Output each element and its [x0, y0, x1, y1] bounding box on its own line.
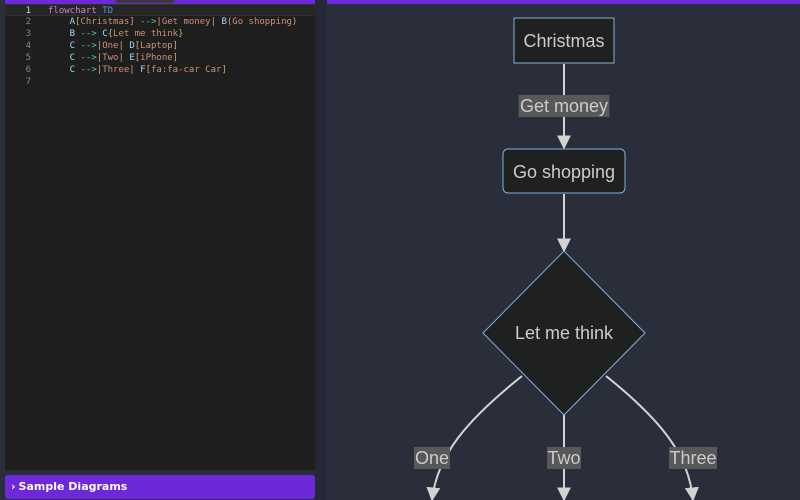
code-token: C	[48, 53, 76, 63]
edge-label-one: One	[415, 448, 449, 468]
code-token: -->	[75, 29, 103, 39]
edge-think-to-laptop	[426, 375, 523, 500]
code-token: Laptop	[140, 41, 173, 51]
code-line[interactable]: 4 C -->|One| D[Laptop]	[5, 40, 315, 52]
code-token: Christmas	[80, 17, 130, 27]
sample-diagrams-button[interactable]: › Sample Diagrams	[5, 475, 315, 499]
edge-label-three: Three	[669, 448, 716, 468]
code-token: iPhone	[140, 53, 173, 63]
panel-divider[interactable]	[315, 0, 327, 500]
code-token: ]	[172, 41, 179, 51]
code-token: TD	[102, 6, 114, 16]
code-token: ]	[221, 65, 227, 75]
code-line[interactable]: 7	[5, 76, 315, 88]
code-token: One	[102, 41, 119, 51]
code-token: Three	[102, 65, 130, 75]
line-number: 4	[25, 41, 31, 51]
line-number: 6	[25, 65, 31, 75]
edge-label-get-money: Get money	[520, 96, 608, 116]
code-token: B	[48, 29, 76, 39]
code-token: |	[210, 17, 222, 27]
code-line[interactable]: 3 B --> C{Let me think}	[5, 28, 315, 40]
code-token: Two	[102, 53, 119, 63]
edge-think-to-car	[605, 375, 699, 500]
code-token: |	[118, 53, 130, 63]
code-token: Go shopping	[232, 17, 292, 27]
code-token: ]	[172, 53, 179, 63]
node-let-me-think-label: Let me think	[515, 323, 614, 343]
code-token: flowchart	[48, 6, 97, 16]
code-text[interactable]: C -->|Two| E[iPhone]	[48, 52, 178, 64]
code-token: |	[129, 65, 141, 75]
edge-label-two: Two	[547, 448, 580, 468]
code-line[interactable]: 1 flowchart TD	[5, 4, 315, 16]
code-line[interactable]: 2 A[Christmas] -->|Get money| B(Go shopp…	[5, 16, 315, 28]
line-number: 5	[25, 53, 31, 63]
code-token: -->	[75, 65, 97, 75]
code-token: fa:fa-car Car	[150, 65, 222, 75]
diagram-preview[interactable]: Get money One Two Three Christmas Go sho…	[327, 0, 800, 500]
code-text[interactable]: A[Christmas] -->|Get money| B(Go shoppin…	[48, 16, 298, 28]
code-text[interactable]: C -->|Three| F[fa:fa-car Car]	[48, 64, 227, 76]
line-number: 7	[25, 77, 31, 87]
sample-diagrams-label: Sample Diagrams	[18, 480, 128, 493]
code-text[interactable]: C -->|One| D[Laptop]	[48, 40, 178, 52]
code-token: C	[48, 65, 76, 75]
node-christmas-label: Christmas	[523, 31, 604, 51]
code-token: -->	[134, 17, 157, 27]
editor-tab-handle[interactable]	[115, 0, 175, 3]
code-text[interactable]: B --> C{Let me think}	[48, 28, 184, 40]
code-token: }	[178, 29, 184, 39]
code-token: Get money	[161, 17, 211, 27]
code-token: C	[48, 41, 76, 51]
flowchart-diagram: Get money One Two Three Christmas Go sho…	[414, 17, 717, 500]
line-number: 3	[25, 29, 31, 39]
code-token: Let me think	[113, 29, 179, 39]
node-go-shopping-label: Go shopping	[513, 162, 615, 182]
code-line[interactable]: 6 C -->|Three| F[fa:fa-car Car]	[5, 64, 315, 76]
code-line[interactable]: 5 C -->|Two| E[iPhone]	[5, 52, 315, 64]
code-token: )	[291, 17, 298, 27]
code-token: -->	[75, 53, 97, 63]
code-token: A	[48, 17, 76, 27]
code-token: |	[118, 41, 130, 51]
code-token: -->	[75, 41, 97, 51]
line-number: 2	[25, 17, 31, 27]
code-editor[interactable]: 1 flowchart TD 2 A[Christmas] -->|Get mone…	[5, 0, 315, 470]
chevron-right-icon: ›	[11, 480, 16, 493]
